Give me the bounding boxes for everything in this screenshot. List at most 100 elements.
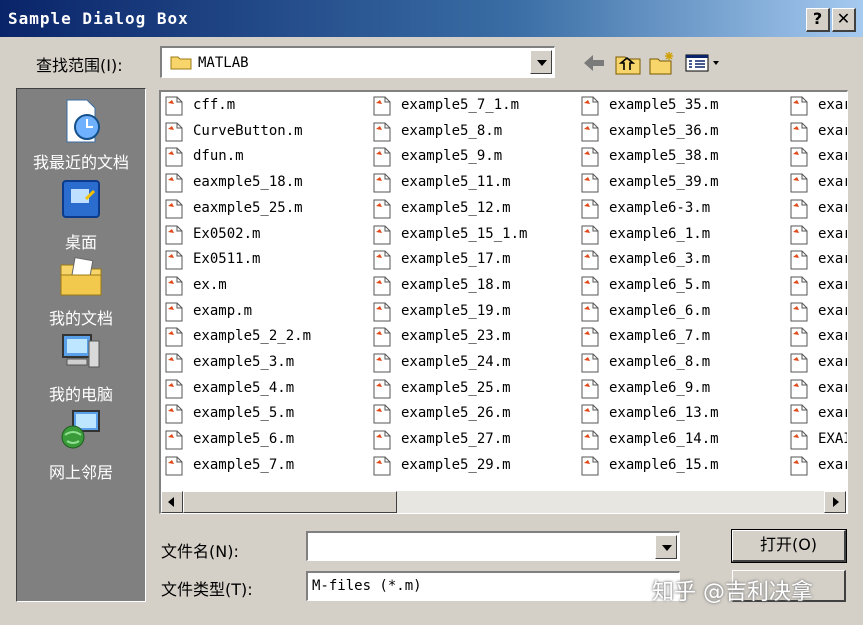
file-name: Ex0502.m: [193, 225, 261, 242]
file-name: cff.m: [193, 97, 236, 113]
m-file-icon: [165, 456, 183, 476]
file-name: example6_3.m: [609, 251, 711, 268]
file-name: example5_6.m: [193, 431, 295, 448]
scroll-right-button[interactable]: [824, 491, 846, 513]
up-folder-icon[interactable]: [614, 50, 642, 76]
file-name: exar: [818, 97, 847, 113]
network-places-icon: [61, 410, 100, 449]
scroll-thumb[interactable]: [183, 491, 397, 513]
my-computer-icon: [62, 334, 100, 368]
file-name: exar: [818, 354, 847, 370]
m-file-icon: [165, 199, 183, 219]
file-name: exar: [818, 456, 847, 473]
m-file-icon: [373, 173, 391, 193]
file-name: example5_3.m: [193, 354, 295, 370]
m-file-icon: [165, 147, 183, 167]
file-name: example5_23.m: [401, 328, 511, 345]
m-file-icon: [581, 250, 599, 270]
back-arrow-icon[interactable]: [580, 50, 608, 76]
window-title: Sample Dialog Box: [8, 9, 189, 28]
m-file-icon: [790, 250, 808, 270]
m-file-icon: [581, 173, 599, 193]
help-button[interactable]: ?: [806, 8, 830, 32]
m-file-icon: [790, 147, 808, 167]
place-my-computer[interactable]: 我的电脑: [17, 329, 145, 405]
m-file-icon: [165, 122, 183, 142]
m-file-icon: [581, 199, 599, 219]
view-menu-icon[interactable]: [684, 50, 722, 76]
m-file-icon: [581, 147, 599, 167]
m-file-icon: [165, 276, 183, 296]
lookin-dropdown-arrow[interactable]: [530, 50, 552, 74]
file-name: example5_35.m: [609, 97, 719, 113]
m-file-icon: [373, 147, 391, 167]
file-name: example5_9.m: [401, 148, 503, 165]
file-name: example5_15_1.m: [401, 225, 528, 242]
place-label: 我的电脑: [48, 385, 113, 404]
file-name: example5_36.m: [609, 122, 719, 139]
file-name: exar: [818, 122, 847, 139]
file-name: examp.m: [193, 302, 253, 319]
m-file-icon: [373, 327, 391, 347]
lookin-dropdown[interactable]: MATLAB: [160, 46, 555, 78]
m-file-icon: [581, 379, 599, 399]
file-name: exar: [818, 302, 847, 319]
m-file-icon: [373, 276, 391, 296]
m-file-icon: [581, 302, 599, 322]
scroll-left-button[interactable]: [161, 491, 183, 513]
m-file-icon: [165, 353, 183, 373]
file-name: example5_38.m: [609, 148, 719, 165]
file-name: example5_12.m: [401, 199, 511, 216]
horizontal-scrollbar[interactable]: [161, 491, 846, 513]
new-folder-icon[interactable]: [648, 50, 676, 76]
open-button[interactable]: 打开(O): [731, 529, 847, 563]
file-name: example5_39.m: [609, 174, 719, 191]
file-name: exar: [818, 199, 847, 216]
file-name: exar: [818, 251, 847, 268]
m-file-icon: [373, 96, 391, 116]
place-desktop[interactable]: 桌面: [17, 177, 145, 253]
m-file-icon: [790, 122, 808, 142]
m-file-icon: [790, 379, 808, 399]
close-button[interactable]: ✕: [832, 8, 856, 32]
lookin-label: 查找范围(I):: [36, 56, 123, 75]
m-file-icon: [581, 404, 599, 424]
file-name: example6_15.m: [609, 456, 719, 473]
file-list[interactable]: exar EXAI exar exar exar exar exar exar exar exar…: [159, 90, 848, 514]
m-file-icon: [581, 353, 599, 373]
file-name: exar: [818, 379, 847, 396]
file-name: example5_8.m: [401, 122, 503, 139]
m-file-icon: [790, 327, 808, 347]
m-file-icon: [790, 302, 808, 322]
m-file-icon: [581, 276, 599, 296]
m-file-icon: [165, 173, 183, 193]
place-network[interactable]: 网上邻居: [17, 407, 145, 483]
place-recent-documents[interactable]: 我最近的文档: [17, 97, 145, 173]
m-file-icon: [790, 225, 808, 244]
title-bar[interactable]: Sample Dialog Box ? ✕: [0, 0, 863, 38]
place-label: 我的文档: [48, 309, 113, 328]
file-name: example6_5.m: [609, 276, 711, 293]
m-file-icon: [790, 430, 808, 450]
m-file-icon: [581, 225, 599, 244]
file-name: exar: [818, 225, 847, 242]
m-file-icon: [790, 173, 808, 193]
filename-input[interactable]: [306, 531, 680, 561]
file-name: exar: [818, 148, 847, 165]
filename-label: 文件名(N):: [161, 542, 239, 561]
desktop-icon: [62, 180, 100, 218]
filetype-dropdown[interactable]: M-files (*.m): [306, 571, 680, 601]
file-name: eaxmple5_18.m: [193, 174, 303, 191]
m-file-icon: [373, 250, 391, 270]
file-name: example5_26.m: [401, 405, 511, 422]
filetype-label: 文件类型(T):: [161, 580, 253, 599]
m-file-icon: [165, 250, 183, 270]
file-name: example6_9.m: [609, 379, 711, 396]
m-file-icon: [165, 430, 183, 450]
filename-dropdown-arrow[interactable]: [655, 535, 677, 559]
place-my-documents[interactable]: 我的文档: [17, 253, 145, 329]
file-name: EXAI: [818, 431, 847, 448]
m-file-icon: [165, 96, 183, 116]
m-file-icon: [790, 199, 808, 219]
file-name: dfun.m: [193, 148, 244, 165]
